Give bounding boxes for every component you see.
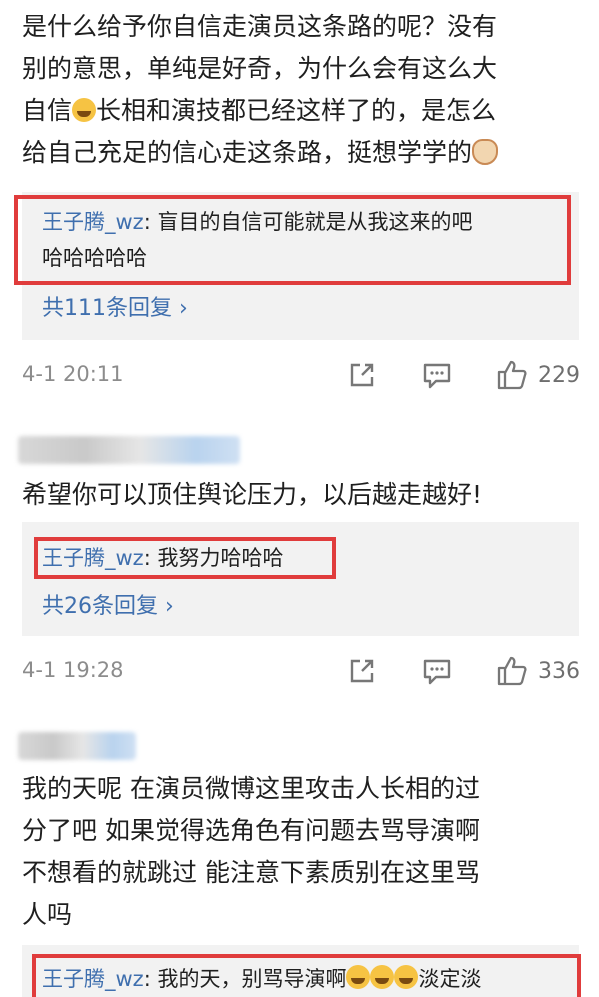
cat-emoji-icon [472,139,499,165]
highlight-box [34,537,336,579]
comment-icon[interactable] [422,362,452,390]
comment-2-text: 希望你可以顶住舆论压力，以后越走越好! [22,480,483,509]
like-icon[interactable] [496,655,528,687]
comment-1-line-2: 别的意思，单纯是好奇，为什么会有这么大 [22,54,498,83]
blurred-username [18,732,136,760]
timestamp: 4-1 19:28 [22,658,124,682]
comment-icon[interactable] [422,658,452,686]
blurred-username [18,436,240,464]
more-replies-link[interactable]: 共111条回复 › [42,290,188,322]
comment-1-line-3: 自信 长相和演技都已经这样了的，是怎么 [22,96,497,125]
like-count: 229 [538,363,580,388]
comment-3-line-4: 人吗 [22,900,73,929]
like-count: 336 [538,659,580,684]
laugh-emoji-icon [72,98,97,122]
highlight-box [32,954,581,997]
share-icon[interactable] [348,657,376,685]
comment-3-line-1: 我的天呢 在演员微博这里攻击人长相的过 [22,774,480,803]
more-replies-link[interactable]: 共26条回复 › [42,588,174,620]
comment-3-line-3: 不想看的就跳过 能注意下素质别在这里骂 [22,858,480,887]
highlight-box [14,195,571,285]
comment-1-line-1: 是什么给予你自信走演员这条路的呢？没有 [22,12,498,41]
share-icon[interactable] [348,361,376,389]
timestamp: 4-1 20:11 [22,362,124,386]
like-icon[interactable] [496,359,528,391]
comment-1-line-4: 给自己充足的信心走这条路，挺想学学的 [22,132,499,173]
comment-3-line-2: 分了吧 如果觉得选角色有问题去骂导演啊 [22,816,480,845]
